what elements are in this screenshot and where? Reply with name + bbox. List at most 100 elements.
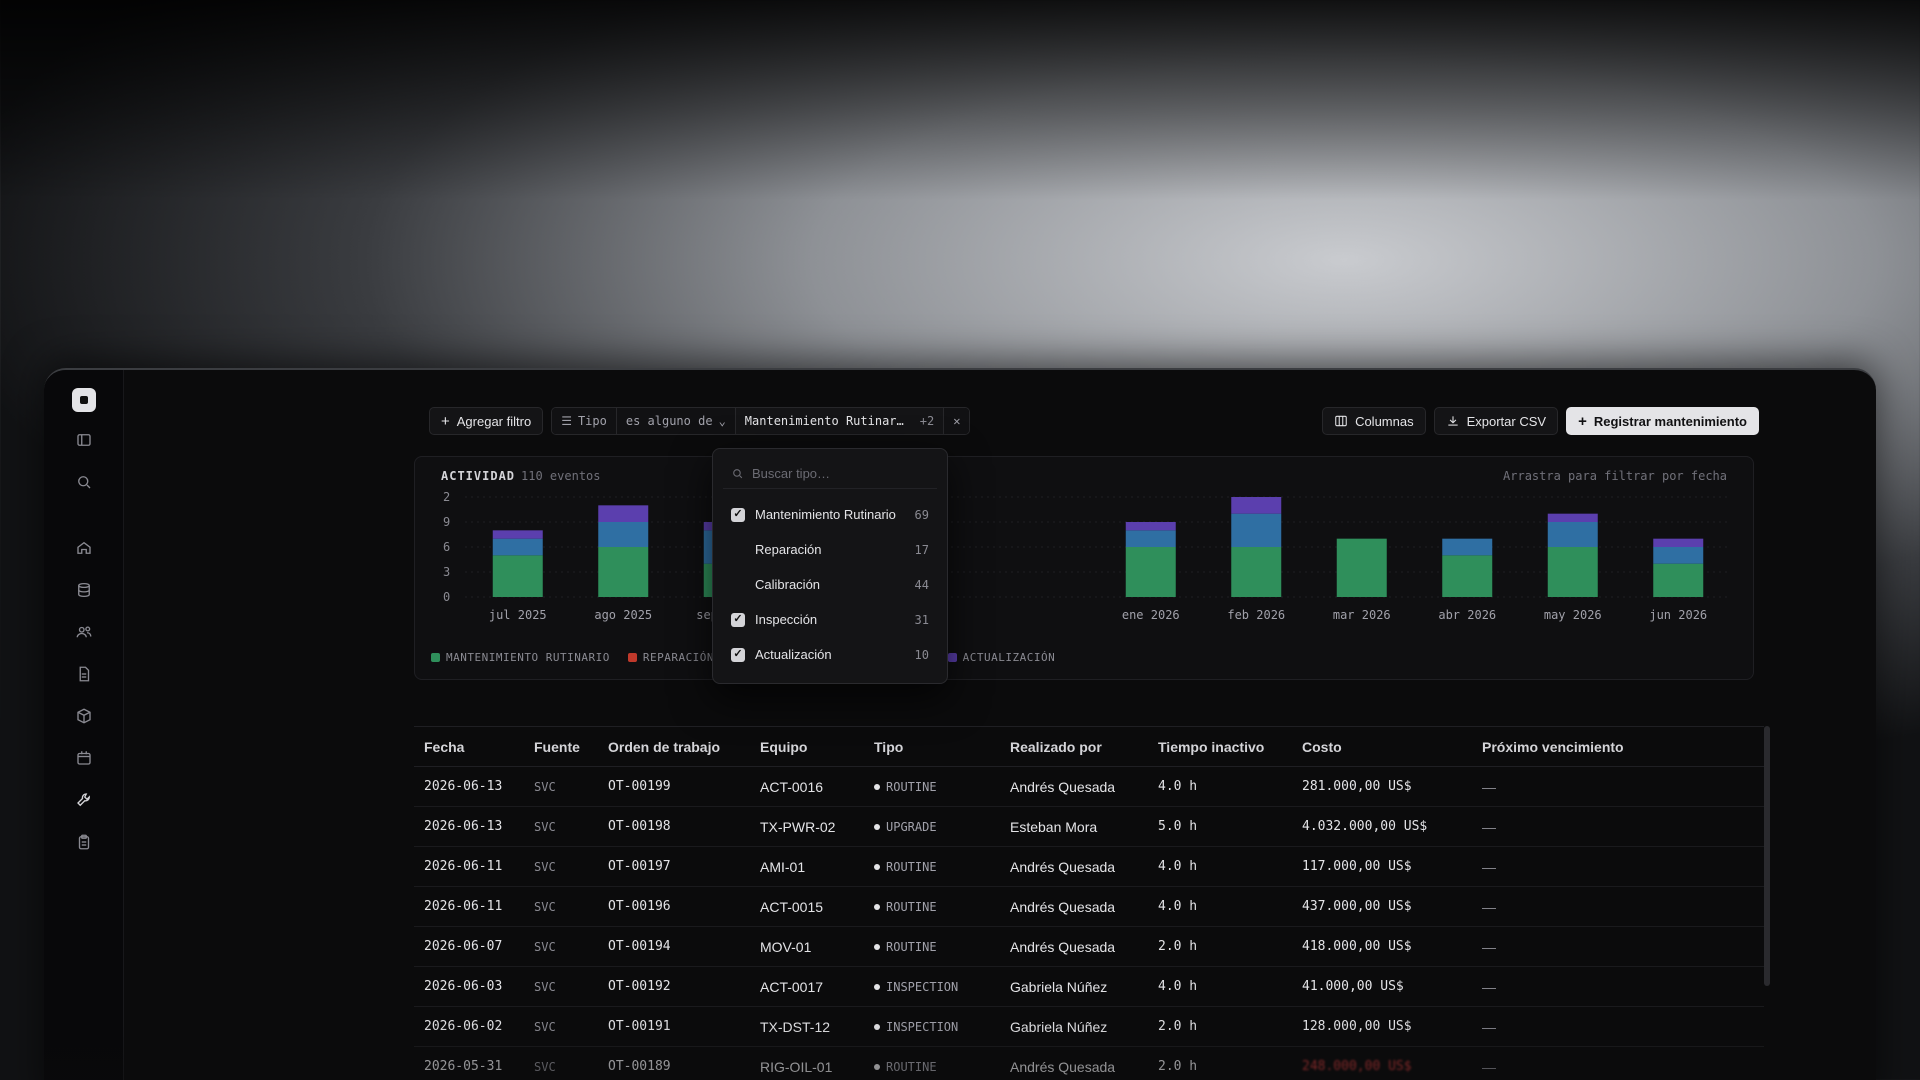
cell-order[interactable]: OT-00198: [608, 819, 760, 834]
export-csv-button[interactable]: Exportar CSV: [1433, 407, 1559, 435]
chart-bar-segment[interactable]: [1231, 513, 1282, 547]
add-filter-button[interactable]: + Agregar filtro: [429, 407, 544, 435]
register-maintenance-button[interactable]: + Registrar mantenimiento: [1566, 407, 1759, 435]
chart-bar-segment[interactable]: [598, 547, 649, 597]
header-equipment[interactable]: Equipo: [760, 739, 874, 755]
cell-order[interactable]: OT-00189: [608, 1059, 760, 1074]
cell-equipment[interactable]: RIG-OIL-01: [760, 1059, 874, 1075]
table-row[interactable]: 2026-06-11 SVC OT-00197 AMI-01 ROUTINE Andrés…: [414, 847, 1764, 887]
cell-order[interactable]: OT-00192: [608, 979, 760, 994]
header-type[interactable]: Tipo: [874, 739, 1010, 755]
chart-bar-segment[interactable]: [1547, 522, 1598, 547]
activity-chart-card[interactable]: ACTIVIDAD 110 eventos Arrastra para filtr…: [414, 456, 1754, 680]
activity-chart[interactable]: 03692jul 2025ago 2025sept 2025ene 2026fe…: [415, 457, 1755, 647]
type-option[interactable]: Reparación 17: [723, 532, 937, 567]
chart-bar-segment[interactable]: [1231, 547, 1282, 597]
chart-bar-segment[interactable]: [1231, 497, 1282, 514]
chart-bar-segment[interactable]: [1653, 563, 1704, 597]
chart-bar-segment[interactable]: [1125, 522, 1176, 531]
chart-bar-segment[interactable]: [1336, 538, 1387, 597]
type-option-count: 10: [914, 647, 929, 662]
cell-order[interactable]: OT-00199: [608, 779, 760, 794]
chart-bar-segment[interactable]: [598, 505, 649, 522]
header-next-due[interactable]: Próximo vencimiento: [1482, 739, 1662, 755]
cell-type: UPGRADE: [874, 820, 1010, 834]
home-icon[interactable]: [70, 534, 98, 562]
chart-bar-segment[interactable]: [1547, 547, 1598, 597]
checkbox[interactable]: [731, 612, 745, 627]
sidebar-toggle-icon[interactable]: [70, 426, 98, 454]
table-row[interactable]: 2026-06-13 SVC OT-00199 ACT-0016 ROUTINE Andr…: [414, 767, 1764, 807]
clipboard-icon[interactable]: [70, 828, 98, 856]
cell-order[interactable]: OT-00196: [608, 899, 760, 914]
chart-bar-segment[interactable]: [1442, 555, 1493, 597]
table-row[interactable]: 2026-06-03 SVC OT-00192 ACT-0017 INSPECTION G…: [414, 967, 1764, 1007]
type-option[interactable]: Mantenimiento Rutinario 69: [723, 497, 937, 532]
filter-value[interactable]: Mantenimiento Rutinar… +2: [735, 408, 945, 434]
cell-equipment[interactable]: TX-DST-12: [760, 1019, 874, 1035]
cell-order[interactable]: OT-00197: [608, 859, 760, 874]
type-option[interactable]: Inspección 31: [723, 602, 937, 637]
checkbox[interactable]: [731, 543, 745, 557]
header-performed-by[interactable]: Realizado por: [1010, 739, 1158, 755]
legend-item[interactable]: MANTENIMIENTO RUTINARIO: [431, 651, 610, 664]
table-row[interactable]: 2026-06-11 SVC OT-00196 ACT-0015 ROUTINE Andr…: [414, 887, 1764, 927]
legend-item[interactable]: REPARACIÓN: [627, 651, 714, 664]
header-date[interactable]: Fecha: [414, 739, 534, 755]
cell-performed-by: Andrés Quesada: [1010, 858, 1116, 875]
close-icon: ✕: [953, 414, 961, 428]
checkbox[interactable]: [731, 507, 745, 522]
box-icon[interactable]: [70, 702, 98, 730]
cell-equipment[interactable]: MOV-01: [760, 939, 874, 955]
cell-equipment[interactable]: ACT-0016: [760, 779, 874, 795]
cell-order[interactable]: OT-00191: [608, 1019, 760, 1034]
app-logo[interactable]: [71, 388, 96, 412]
chart-bar-segment[interactable]: [492, 538, 543, 556]
chart-bar-segment[interactable]: [1125, 530, 1176, 547]
main-content: + Agregar filtro ☰ Tipo es alguno de ⌄ Man…: [124, 370, 1876, 1080]
table-row[interactable]: 2026-06-13 SVC OT-00198 TX-PWR-02 UPGRADE Est…: [414, 807, 1764, 847]
type-option[interactable]: Calibración 44: [723, 567, 937, 602]
cell-performed-by: Esteban Mora: [1010, 818, 1098, 835]
chart-bar-segment[interactable]: [1653, 538, 1704, 547]
type-dot-icon: [874, 863, 880, 870]
table-row[interactable]: 2026-06-07 SVC OT-00194 MOV-01 ROUTINE Andrés…: [414, 927, 1764, 967]
cell-equipment[interactable]: ACT-0017: [760, 979, 874, 995]
legend-item[interactable]: ACTUALIZACIÓN: [947, 651, 1056, 664]
database-icon[interactable]: [70, 576, 98, 604]
header-downtime[interactable]: Tiempo inactivo: [1158, 739, 1302, 755]
cell-equipment[interactable]: ACT-0015: [760, 899, 874, 915]
chart-bar-segment[interactable]: [492, 530, 543, 539]
wrench-icon[interactable]: [70, 786, 98, 814]
search-icon[interactable]: [70, 468, 98, 496]
filter-field[interactable]: ☰ Tipo: [552, 408, 617, 434]
calendar-icon[interactable]: [70, 744, 98, 772]
document-icon[interactable]: [70, 660, 98, 688]
header-cost[interactable]: Costo: [1302, 739, 1482, 755]
chart-bar-segment[interactable]: [598, 522, 649, 547]
filter-chip[interactable]: ☰ Tipo es alguno de ⌄ Mantenimiento Rutina…: [551, 407, 971, 435]
cell-date: 2026-06-02: [424, 1019, 503, 1034]
cell-equipment[interactable]: TX-PWR-02: [760, 819, 874, 835]
filter-operator[interactable]: es alguno de ⌄: [616, 408, 736, 434]
type-option[interactable]: Actualización 10: [723, 637, 937, 672]
checkbox[interactable]: [731, 647, 745, 662]
chart-bar-segment[interactable]: [492, 555, 543, 597]
table-row[interactable]: 2026-06-02 SVC OT-00191 TX-DST-12 INSPECTION…: [414, 1007, 1764, 1047]
table-row[interactable]: 2026-05-31 SVC OT-00189 RIG-OIL-01 ROUTINE An…: [414, 1047, 1764, 1080]
columns-button[interactable]: Columnas: [1322, 407, 1426, 435]
type-search-input[interactable]: Buscar tipo…: [723, 459, 937, 489]
chart-bar-segment[interactable]: [1653, 547, 1704, 564]
chart-bar-segment[interactable]: [1125, 547, 1176, 597]
cell-order[interactable]: OT-00194: [608, 939, 760, 954]
cell-equipment[interactable]: AMI-01: [760, 859, 874, 875]
cell-cost: 281.000,00 US$: [1302, 779, 1412, 794]
table-scrollbar[interactable]: [1764, 726, 1770, 986]
users-icon[interactable]: [70, 618, 98, 646]
checkbox[interactable]: [731, 578, 745, 592]
chart-bar-segment[interactable]: [1547, 513, 1598, 522]
chart-bar-segment[interactable]: [1442, 538, 1493, 556]
header-order[interactable]: Orden de trabajo: [608, 739, 760, 755]
remove-filter-button[interactable]: ✕: [944, 408, 970, 434]
header-source[interactable]: Fuente: [534, 739, 608, 755]
